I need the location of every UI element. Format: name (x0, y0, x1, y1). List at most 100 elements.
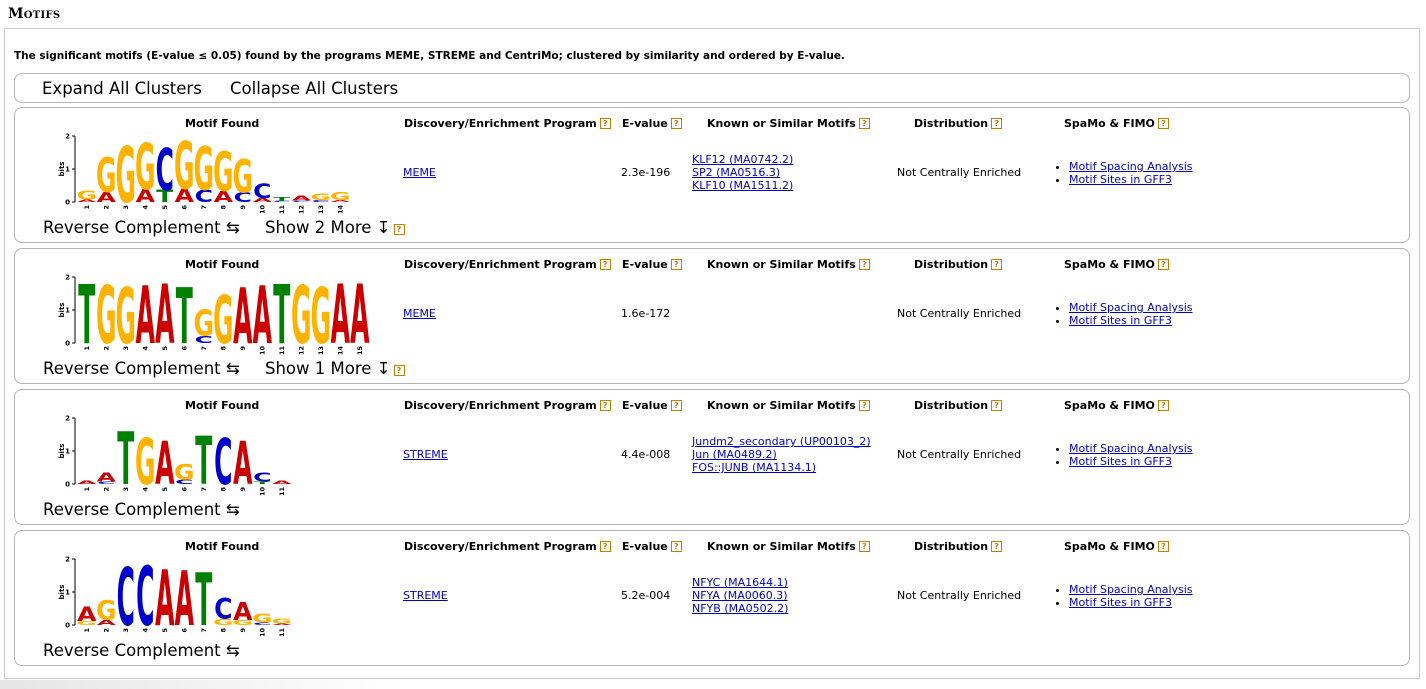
motif-header: Motif Found (185, 399, 260, 412)
show-more-help-icon[interactable]: ? (393, 365, 405, 376)
known-header: Known or Similar Motifs? (707, 258, 870, 271)
distribution-value: Not Centrally Enriched (897, 448, 1022, 461)
reverse-complement-button[interactable]: Reverse Complement ⇆ (43, 359, 240, 378)
show-more-button[interactable]: Show 1 More ↧? (265, 359, 405, 378)
motif-header: Motif Found (185, 540, 260, 553)
logo-position-label: 11 (278, 487, 286, 497)
program-header: Discovery/Enrichment Program? (404, 399, 611, 412)
fimo-gff3-link[interactable]: Motif Sites in GFF3 (1069, 173, 1172, 186)
logo-position-label: 6 (180, 346, 188, 351)
logo-position-label: 5 (161, 346, 169, 351)
spamo-help-icon[interactable]: ? (1157, 400, 1169, 411)
sequence-logo[interactable]: bits012AG1AG2 G3AG4TC5AG6CG7AG8CG9AC10CT1… (55, 130, 385, 216)
logo-position-label: 9 (239, 628, 247, 633)
fimo-gff3-link[interactable]: Motif Sites in GFF3 (1069, 455, 1172, 468)
logo-tick-label: 2 (65, 274, 70, 282)
distribution-help-icon[interactable]: ? (991, 118, 1003, 129)
program-link[interactable]: MEME (403, 307, 436, 320)
evalue-help-icon[interactable]: ? (670, 259, 682, 270)
logo-position-label: 5 (161, 628, 169, 633)
evalue-header: E-value? (622, 540, 682, 553)
known-motif-link[interactable]: Jun (MA0489.2) (692, 448, 777, 461)
collapse-all-clusters-button[interactable]: Collapse All Clusters (230, 79, 398, 98)
reverse-complement-button[interactable]: Reverse Complement ⇆ (43, 641, 240, 660)
logo-letter: G (193, 134, 214, 204)
sequence-logo[interactable]: bits012 T1 G2 G3 A4 A5 T6CG7 G8 A9 A10 T11 G12 G13 A1… (55, 271, 385, 357)
known-header: Known or Similar Motifs? (707, 117, 870, 130)
sequence-logo[interactable]: bits012GA1AG2 C3 C4 A5 A6 T7GC8GA9CG10AG11 (55, 553, 385, 639)
known-motif-link[interactable]: KLF12 (MA0742.2) (692, 153, 793, 166)
spamo-link[interactable]: Motif Spacing Analysis (1069, 442, 1193, 455)
logo-position-label: 2 (102, 205, 110, 210)
program-link[interactable]: MEME (403, 166, 436, 179)
reverse-complement-button[interactable]: Reverse Complement ⇆ (43, 500, 240, 519)
logo-position-label: 4 (141, 628, 149, 633)
logo-position-label: 2 (102, 628, 110, 633)
known-motif-link[interactable]: SP2 (MA0516.3) (692, 166, 780, 179)
logo-position-label: 6 (180, 487, 188, 492)
evalue-help-icon[interactable]: ? (670, 118, 682, 129)
logo-position-label: 2 (102, 346, 110, 351)
spamo-header: SpaMo & FIMO? (1064, 399, 1169, 412)
known-motif-link[interactable]: KLF10 (MA1511.2) (692, 179, 793, 192)
logo-letter: C (253, 181, 271, 204)
known-motif-link[interactable]: NFYB (MA0502.2) (692, 602, 788, 615)
logo-letter: A (155, 555, 174, 639)
show-more-help-icon[interactable]: ? (393, 224, 405, 235)
logo-tick-label: 1 (65, 166, 70, 174)
expand-all-clusters-button[interactable]: Expand All Clusters (42, 79, 202, 98)
spamo-fimo-links: Motif Spacing AnalysisMotif Sites in GFF… (1055, 583, 1193, 609)
spamo-link[interactable]: Motif Spacing Analysis (1069, 301, 1193, 314)
logo-letter: A (233, 597, 253, 626)
motif-cluster: Motif Found Discovery/Enrichment Program… (14, 248, 1410, 384)
logo-position-label: 10 (258, 346, 266, 356)
logo-letter: G (291, 271, 312, 357)
distribution-header: Distribution? (914, 258, 1003, 271)
program-help-icon[interactable]: ? (599, 259, 611, 270)
known-motif-link[interactable]: NFYA (MA0060.3) (692, 589, 788, 602)
program-help-icon[interactable]: ? (599, 118, 611, 129)
evalue-help-icon[interactable]: ? (670, 400, 682, 411)
logo-position-label: 1 (83, 487, 91, 492)
known-help-icon[interactable]: ? (858, 400, 870, 411)
spamo-help-icon[interactable]: ? (1157, 118, 1169, 129)
evalue-header: E-value? (622, 399, 682, 412)
logo-position-label: 10 (258, 205, 266, 215)
spamo-link[interactable]: Motif Spacing Analysis (1069, 160, 1193, 173)
evalue-value: 5.2e-004 (621, 589, 671, 602)
distribution-help-icon[interactable]: ? (991, 259, 1003, 270)
distribution-help-icon[interactable]: ? (991, 400, 1003, 411)
known-help-icon[interactable]: ? (858, 118, 870, 129)
logo-position-label: 8 (219, 487, 227, 492)
distribution-value: Not Centrally Enriched (897, 166, 1022, 179)
program-link[interactable]: STREME (403, 589, 448, 602)
program-help-icon[interactable]: ? (599, 541, 611, 552)
logo-position-label: 5 (161, 487, 169, 492)
spamo-link[interactable]: Motif Spacing Analysis (1069, 583, 1193, 596)
logo-position-label: 15 (356, 346, 364, 356)
spamo-help-icon[interactable]: ? (1157, 259, 1169, 270)
fimo-gff3-link[interactable]: Motif Sites in GFF3 (1069, 314, 1172, 327)
spamo-help-icon[interactable]: ? (1157, 541, 1169, 552)
show-more-button[interactable]: Show 2 More ↧? (265, 218, 405, 237)
logo-tick-label: 1 (65, 589, 70, 597)
logo-letter: G (174, 130, 195, 204)
motifs-description: The significant motifs (E-value ≤ 0.05) … (14, 50, 845, 62)
known-help-icon[interactable]: ? (858, 541, 870, 552)
known-motif-link[interactable]: NFYC (MA1644.1) (692, 576, 788, 589)
program-help-icon[interactable]: ? (599, 400, 611, 411)
known-motif-link[interactable]: Jundm2_secondary (UP00103_2) (692, 435, 871, 448)
logo-letter: G (330, 190, 351, 203)
reverse-complement-button[interactable]: Reverse Complement ⇆ (43, 218, 240, 237)
known-help-icon[interactable]: ? (858, 259, 870, 270)
sequence-logo[interactable]: bits012A1CA2 T3 G4 A5CG6 T7 C8 A9TC10A11 (55, 412, 385, 499)
program-link[interactable]: STREME (403, 448, 448, 461)
expand-arrow-icon: ↧ (376, 218, 391, 237)
known-motif-link[interactable]: FOS::JUNB (MA1134.1) (692, 461, 816, 474)
evalue-help-icon[interactable]: ? (670, 541, 682, 552)
spamo-fimo-links: Motif Spacing AnalysisMotif Sites in GFF… (1055, 301, 1193, 327)
distribution-help-icon[interactable]: ? (991, 541, 1003, 552)
expand-arrow-icon: ↧ (376, 359, 391, 378)
fimo-gff3-link[interactable]: Motif Sites in GFF3 (1069, 596, 1172, 609)
logo-tick-label: 0 (65, 199, 70, 207)
